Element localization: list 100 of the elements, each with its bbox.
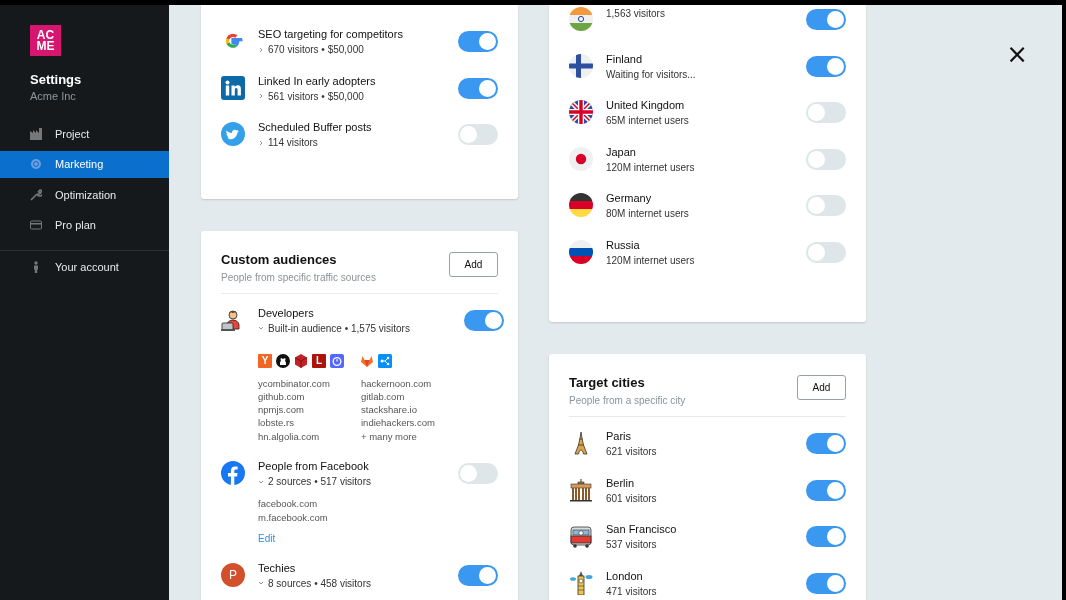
- row-title: Berlin: [606, 475, 636, 490]
- toggle-switch[interactable]: [806, 55, 846, 77]
- row-details: 2 sources • 517 visitors: [268, 475, 371, 489]
- stopwatch-icon: [330, 353, 344, 368]
- sidebar-item[interactable]: Marketing: [0, 150, 169, 178]
- toggle-switch[interactable]: [458, 463, 498, 485]
- row-details: 80M internet users: [606, 207, 689, 220]
- row-title: London: [606, 568, 644, 583]
- source-domain: + many more: [361, 429, 418, 443]
- target-icon: [30, 158, 42, 170]
- row-details: 670 visitors • $50,000: [268, 43, 364, 56]
- source-logo-icon: L: [312, 353, 326, 368]
- sidebar-item[interactable]: Optimization: [0, 181, 169, 208]
- source-domain: facebook.com: [258, 497, 319, 511]
- factory-icon: [30, 127, 42, 140]
- source-domain: hn.algolia.com: [258, 429, 321, 443]
- card-subtitle: People from specific traffic sources: [221, 271, 376, 283]
- toggle-switch[interactable]: [806, 102, 846, 123]
- flag-icon: [569, 100, 593, 124]
- row-title: People from Facebook: [258, 459, 370, 474]
- source-domain: npmjs.com: [258, 403, 305, 417]
- row-title: Techies: [258, 560, 297, 575]
- toggle-switch[interactable]: [806, 241, 846, 263]
- row-details: 120M internet users: [606, 253, 695, 267]
- chevron-down-icon[interactable]: [258, 479, 264, 485]
- sidebar-title: Settings: [30, 72, 83, 87]
- credit-card-icon: [30, 219, 42, 231]
- fox-logo-icon: [360, 353, 374, 368]
- row-details: 601 visitors: [606, 491, 657, 505]
- flag-icon: [569, 7, 593, 31]
- row-details: 471 visitors: [606, 584, 657, 598]
- row-title: SEO targeting for competitors: [258, 27, 404, 41]
- row-title: Paris: [606, 429, 633, 443]
- facebook-logo-icon: [221, 461, 245, 486]
- cube-icon: [294, 353, 308, 368]
- source-domain: lobste.rs: [258, 416, 295, 430]
- source-domain: ycombinator.com: [258, 376, 331, 390]
- row-details: Waiting for visitors...: [606, 67, 696, 81]
- row-details: 1,563 visitors: [606, 7, 665, 20]
- row-title: Japan: [606, 144, 637, 159]
- linkedin-logo-icon: [221, 75, 245, 100]
- row-details: Built-in audience • 1,575 visitors: [268, 321, 410, 335]
- card-title: Target cities: [569, 375, 646, 390]
- avatar: P: [221, 562, 245, 587]
- sidebar-item[interactable]: Your account: [0, 253, 169, 280]
- flag-icon: [569, 146, 593, 171]
- row-details: 621 visitors: [606, 445, 657, 458]
- sidebar-item[interactable]: Pro plan: [0, 211, 169, 239]
- nodes-icon: [378, 353, 392, 368]
- source-domain: m.facebook.com: [258, 510, 329, 525]
- card-subtitle: People from a specific city: [569, 395, 686, 406]
- source-domain: gitlab.com: [361, 389, 406, 404]
- row-title: Russia: [606, 237, 641, 252]
- row-title: Developers: [258, 305, 315, 320]
- toggle-switch[interactable]: [806, 526, 846, 547]
- row-details: 65M internet users: [606, 114, 689, 127]
- flag-icon: [569, 53, 593, 78]
- close-button[interactable]: ×: [1006, 41, 1028, 67]
- source-domain: indiehackers.com: [361, 416, 436, 430]
- toggle-switch[interactable]: [458, 31, 498, 52]
- row-title: Linked In early adopters: [258, 73, 377, 88]
- row-details: 8 sources • 458 visitors: [268, 576, 371, 590]
- row-details: 537 visitors: [606, 538, 657, 551]
- clock-tower-icon: [569, 570, 593, 595]
- source-logo-icon: Y: [258, 353, 272, 368]
- flag-icon: [569, 239, 593, 264]
- toggle-switch[interactable]: [806, 433, 846, 454]
- row-details: 561 visitors • $50,000: [268, 89, 364, 103]
- row-title: United Kingdom: [606, 98, 686, 112]
- bus-icon: [569, 524, 593, 548]
- toggle-switch[interactable]: [806, 195, 846, 216]
- chevron-down-icon[interactable]: [258, 580, 264, 587]
- row-title: San Francisco: [606, 522, 678, 536]
- logo: AC ME: [30, 25, 61, 56]
- sidebar-item[interactable]: Project: [0, 120, 169, 147]
- add-button[interactable]: Add: [449, 251, 498, 277]
- toggle-switch[interactable]: [806, 148, 846, 170]
- row-title: Finland: [606, 51, 644, 66]
- chevron-right-icon[interactable]: [258, 46, 264, 53]
- sidebar-subtitle: Acme Inc: [30, 90, 77, 102]
- wrench-icon: [30, 188, 42, 201]
- toggle-switch[interactable]: [806, 9, 846, 30]
- row-title: Germany: [606, 191, 653, 205]
- toggle-switch[interactable]: [806, 572, 846, 594]
- bird-logo-icon: [221, 122, 245, 146]
- card-title: Custom audiences: [221, 251, 338, 267]
- chevron-right-icon[interactable]: [258, 93, 264, 99]
- source-domain: hackernoon.com: [361, 376, 433, 390]
- chevron-right-icon[interactable]: [258, 139, 264, 146]
- source-domain: github.com: [258, 389, 306, 404]
- row-details: 114 visitors: [268, 136, 318, 149]
- add-button[interactable]: Add: [797, 375, 846, 400]
- toggle-switch[interactable]: [458, 77, 498, 99]
- toggle-switch[interactable]: [806, 479, 846, 501]
- chevron-down-icon[interactable]: [258, 325, 264, 331]
- toggle-switch[interactable]: [458, 124, 498, 145]
- source-domain: stackshare.io: [361, 403, 418, 417]
- flag-icon: [569, 193, 593, 217]
- toggle-switch[interactable]: [458, 564, 498, 586]
- toggle-switch[interactable]: [464, 309, 504, 331]
